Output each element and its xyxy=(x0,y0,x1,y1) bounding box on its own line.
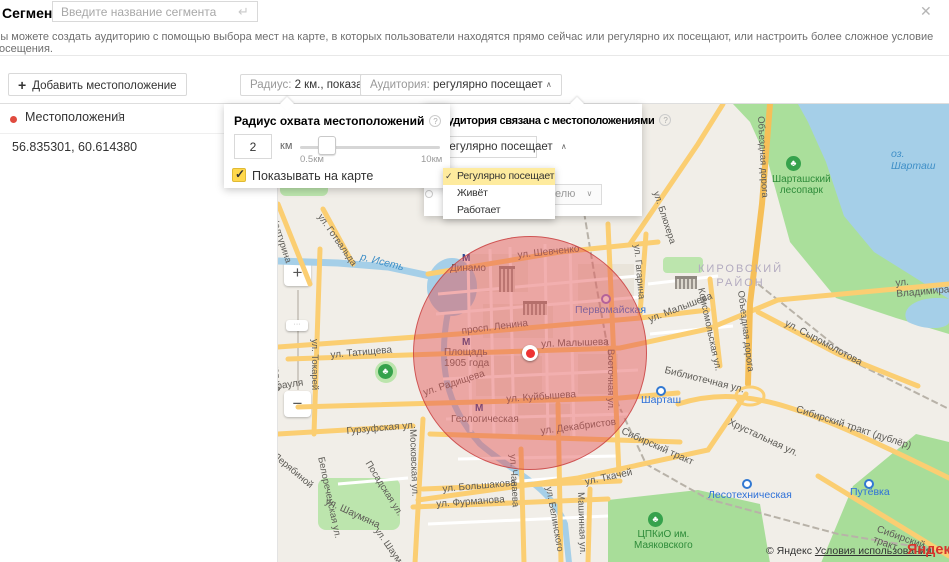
map-label: Дерябиной xyxy=(278,451,315,491)
map-label: Посадская ул. xyxy=(363,459,406,518)
map-label: ул. Блюхера xyxy=(651,190,678,245)
map-label: ул. Гагарина xyxy=(631,244,647,300)
building-icon xyxy=(675,276,697,289)
ring-icon xyxy=(864,479,874,489)
audience-options-list: ✓ Регулярно посещает Живёт Работает xyxy=(443,168,555,219)
map-label: ул. Чапаева xyxy=(507,454,521,507)
map-label: ул. Сыромолотова xyxy=(783,318,864,368)
chevron-up-icon: ∧ xyxy=(561,142,567,151)
map-label: Объездная дорога xyxy=(735,290,756,372)
map-label: ул. Владимира xyxy=(895,273,949,300)
chevron-down-icon: ∨ xyxy=(586,189,592,198)
map-label: Заводская ул. xyxy=(278,332,283,394)
map-label: ул. Малышева xyxy=(541,337,609,350)
close-icon[interactable]: ✕ xyxy=(920,3,932,20)
park-icon: ♣ xyxy=(786,156,801,171)
show-on-map-label[interactable]: Показывать на карте xyxy=(252,169,373,183)
map-label: ул. Шаумяна xyxy=(372,526,413,562)
slider-min-label: 0.5км xyxy=(300,154,324,165)
map-label: ЦПКиО им. Маяковского xyxy=(634,529,693,551)
map-label: ул. Татищева xyxy=(330,345,393,361)
map-label: Геологическая xyxy=(451,414,519,425)
radius-value-input[interactable] xyxy=(234,134,272,159)
building-icon xyxy=(499,266,515,292)
show-on-map-checkbox[interactable]: ✓ xyxy=(232,168,246,182)
map-label: ул. Белинского xyxy=(543,486,565,552)
ring-icon xyxy=(601,294,611,304)
map-label: просп. Ленина xyxy=(461,318,529,337)
map-label: ул. Радищева xyxy=(422,368,486,398)
map-label: Площадь 1905 года xyxy=(444,347,489,369)
audience-dropdown-button[interactable]: Аудитория: регулярно посещает ∧ xyxy=(360,74,562,96)
option-lives[interactable]: Живёт xyxy=(443,185,555,202)
map-label: Хрустальная ул. xyxy=(726,417,799,459)
park-icon: ♣ xyxy=(378,364,393,379)
map-label: ул. Куйбышева xyxy=(506,389,576,405)
option-works[interactable]: Работает xyxy=(443,202,555,219)
location-coordinates[interactable]: 56.835301, 60.614380 xyxy=(12,140,137,154)
map-label: р. Исеть xyxy=(359,251,405,273)
yandex-logo[interactable]: Яндекс xyxy=(907,542,949,558)
hidden-radio[interactable] xyxy=(425,190,433,198)
help-icon[interactable]: ? xyxy=(429,115,441,127)
map-label: оз. Шарташ xyxy=(891,148,949,172)
map-label: ул. Большакова xyxy=(442,478,516,495)
map-label: КИРОВСКИЙ РАЙОН xyxy=(698,262,783,290)
check-icon: ✓ xyxy=(235,167,245,181)
chevron-up-icon: ∧ xyxy=(546,80,552,89)
map-label: Гурзуфская ул. xyxy=(346,420,416,437)
radius-slider-handle[interactable] xyxy=(318,136,336,155)
metro-icon: М xyxy=(462,338,470,348)
ring-icon xyxy=(656,386,666,396)
map-label: Первомайская xyxy=(575,304,646,316)
radius-popup: Радиус охвата местоположений? км 0.5км 1… xyxy=(224,104,450,188)
map-label: ул. Готвальда xyxy=(315,212,359,268)
park-icon: ♣ xyxy=(648,512,663,527)
map-label: ул. Фурманова xyxy=(436,494,505,510)
plus-icon: + xyxy=(18,77,26,93)
map-label: ул. Декабристов xyxy=(540,417,617,437)
segment-description: Вы можете создать аудиторию с помощью вы… xyxy=(0,31,949,55)
selected-location-marker[interactable] xyxy=(522,345,538,361)
metro-icon: М xyxy=(462,254,470,264)
check-icon: ✓ xyxy=(445,168,452,185)
map-label: ул. Шевченко xyxy=(517,244,580,261)
segment-name-input[interactable] xyxy=(52,1,258,22)
map-label: Сибирский тракт (дублёр) xyxy=(795,404,913,452)
map-label: Объездная дорога xyxy=(755,116,770,198)
map-label: Библиотечная ул. xyxy=(663,365,745,395)
map-label: Московская ул. xyxy=(407,429,420,497)
map-label: Шарташский лесопарк xyxy=(772,174,831,196)
map-label: Динамо xyxy=(450,263,486,274)
radius-unit: км xyxy=(280,140,292,152)
map-label: Восточная ул. xyxy=(605,349,616,411)
metro-icon: М xyxy=(475,404,483,414)
enter-icon: ↵ xyxy=(238,4,249,20)
building-icon xyxy=(523,301,547,315)
ring-icon xyxy=(742,479,752,489)
option-regularly-visits[interactable]: ✓ Регулярно посещает xyxy=(443,168,555,185)
locations-count: 1 xyxy=(116,110,123,124)
add-location-button[interactable]: +Добавить местоположение xyxy=(8,73,187,96)
map-label: Лесотехническая xyxy=(708,489,792,501)
map-label: Сибирский тракт xyxy=(620,426,696,468)
map-label: Машинная ул. xyxy=(575,492,588,555)
location-marker-icon xyxy=(10,116,17,123)
divider xyxy=(0,55,949,56)
slider-max-label: 10км xyxy=(421,154,442,165)
map-label: Белореченская ул. xyxy=(315,456,343,539)
map-label: ул. Токарей xyxy=(309,339,320,390)
map-label: ул. Ткачей xyxy=(584,467,633,488)
help-icon[interactable]: ? xyxy=(659,114,671,126)
map-label: Халтурина xyxy=(278,216,294,264)
page-title: Сегмент xyxy=(2,5,59,21)
